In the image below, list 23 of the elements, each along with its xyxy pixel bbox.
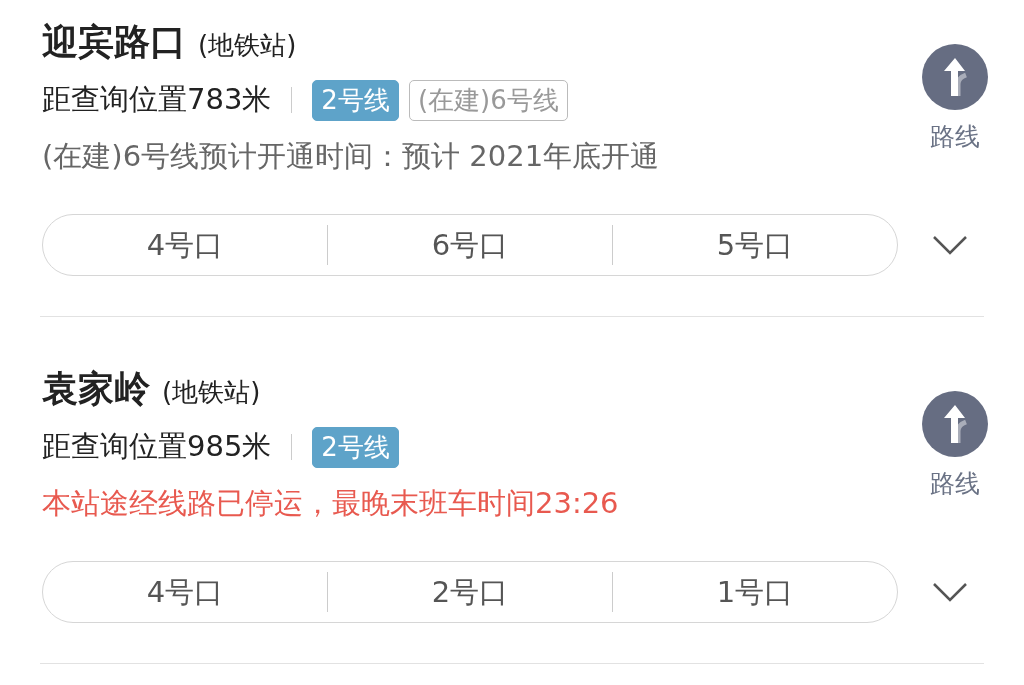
line-tag: (在建)6号线 <box>408 79 568 121</box>
route-icon[interactable] <box>922 391 988 457</box>
chevron-down-icon[interactable] <box>932 235 968 255</box>
distance-text: 距查询位置783米 <box>42 81 272 118</box>
route-label[interactable]: 路线 <box>930 120 980 153</box>
distance-text: 距查询位置985米 <box>42 428 272 465</box>
exit-tab[interactable]: 4号口 <box>43 572 327 612</box>
station-name: 袁家岭 <box>42 367 150 411</box>
station-type: (地铁站) <box>162 376 261 409</box>
station-name: 迎宾路口 <box>42 20 186 64</box>
station-type: (地铁站) <box>198 29 297 62</box>
exit-tab[interactable]: 5号口 <box>612 225 897 265</box>
exit-tab[interactable]: 2号口 <box>327 572 612 612</box>
notice-text: 本站途经线路已停运，最晚末班车时间23:26 <box>42 485 619 522</box>
exit-tab[interactable]: 1号口 <box>612 572 897 612</box>
route-icon[interactable] <box>922 44 988 110</box>
exit-tab[interactable]: 6号口 <box>327 225 612 265</box>
route-label[interactable]: 路线 <box>930 467 980 500</box>
line-tag: 2号线 <box>312 79 399 121</box>
chevron-down-icon[interactable] <box>932 582 968 602</box>
notice-text: (在建)6号线预计开通时间：预计 2021年底开通 <box>42 138 660 175</box>
line-tag: 2号线 <box>312 426 399 468</box>
exit-tab[interactable]: 4号口 <box>43 225 327 265</box>
